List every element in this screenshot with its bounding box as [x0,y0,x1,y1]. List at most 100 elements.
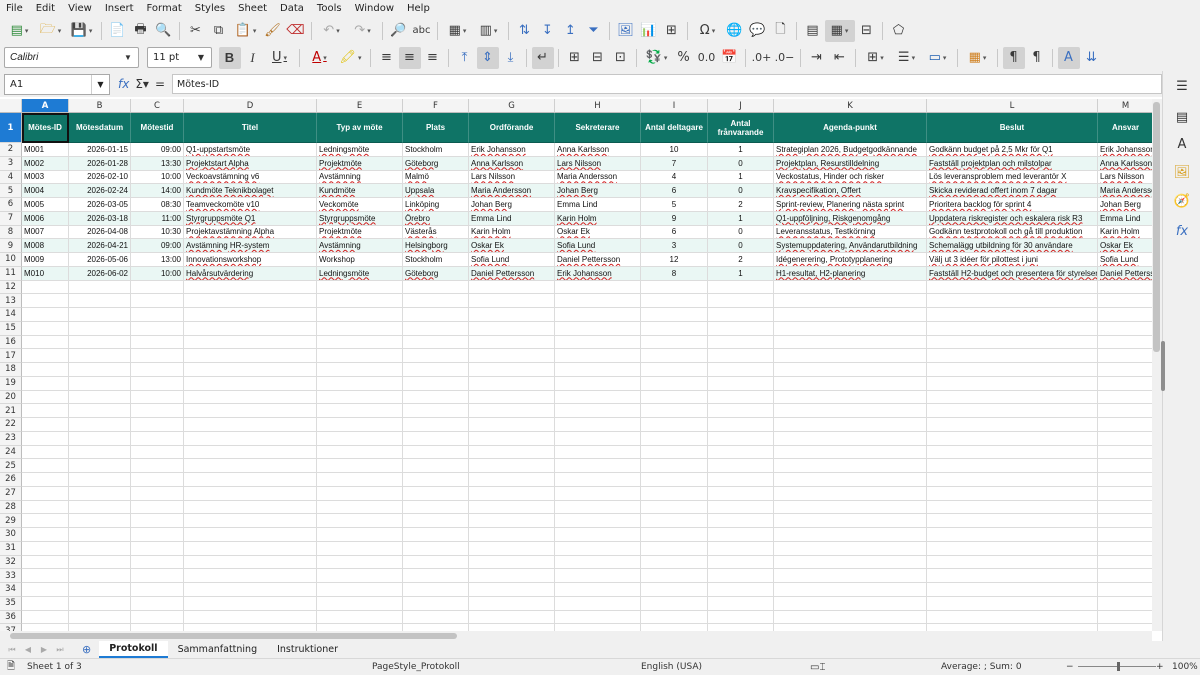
empty-cell[interactable] [708,321,774,336]
row-header[interactable]: 7 [0,211,22,226]
table-cell[interactable]: 2026-05-06 [69,253,131,267]
empty-cell[interactable] [69,500,131,515]
table-cell[interactable]: 9 [641,211,708,226]
empty-cell[interactable] [927,486,1098,501]
empty-cell[interactable] [774,500,927,515]
empty-cell[interactable] [317,376,403,391]
empty-cell[interactable] [403,294,469,308]
table-cell[interactable]: Idégenerering, Prototypplanering [774,253,927,267]
first-sheet-icon[interactable]: ⏮ [4,645,20,655]
table-cell[interactable]: Stockholm [403,143,469,157]
empty-cell[interactable] [22,363,69,377]
empty-cell[interactable] [69,308,131,322]
print-icon[interactable]: 🖶 [130,20,152,42]
empty-cell[interactable] [927,459,1098,473]
empty-cell[interactable] [774,349,927,363]
increase-indent-icon[interactable]: ⇥ [806,47,828,69]
row-header[interactable]: 9 [0,239,22,253]
table-cell[interactable]: 14:00 [131,184,184,198]
empty-cell[interactable] [131,473,184,487]
empty-cell[interactable] [22,610,69,625]
empty-cell[interactable] [1098,322,1152,336]
empty-cell[interactable] [69,486,131,501]
empty-cell[interactable] [1098,583,1152,597]
sidebar-menu-icon[interactable]: ☰ [1173,77,1191,95]
menu-file[interactable]: File [6,3,23,14]
empty-cell[interactable] [555,486,641,501]
left-to-right-icon[interactable]: ¶ [1002,46,1025,69]
empty-cell[interactable] [469,445,555,460]
empty-cell[interactable] [69,473,131,487]
table-cell[interactable]: 2026-04-08 [69,225,131,240]
save-icon[interactable]: 💾 ▾ [67,20,97,42]
empty-cell[interactable] [469,624,555,631]
empty-cell[interactable] [774,431,927,446]
menu-help[interactable]: Help [407,3,430,14]
row-header[interactable]: 11 [0,266,22,281]
empty-cell[interactable] [641,569,708,583]
empty-cell[interactable] [317,500,403,515]
table-cell[interactable]: M004 [22,184,69,198]
empty-cell[interactable] [1098,501,1152,515]
table-cell[interactable]: Lös leveransproblem med leverantör X [927,170,1098,185]
empty-cell[interactable] [22,418,69,432]
align-left-icon[interactable]: ≡ [376,47,398,69]
row-header[interactable]: 2 [0,143,22,157]
table-cell[interactable]: Sofia Lund [555,239,641,253]
row-header[interactable]: 23 [0,431,22,446]
table-cell[interactable]: 0 [708,184,774,198]
open-folder-icon[interactable]: 🗁 ▾ [36,20,66,42]
sort-ascending-icon[interactable]: ↧ [537,20,559,42]
table-cell[interactable]: Anna Karlsson [469,156,555,171]
empty-cell[interactable] [708,610,774,625]
empty-cell[interactable] [708,473,774,487]
empty-cell[interactable] [403,624,469,631]
empty-cell[interactable] [317,555,403,570]
empty-cell[interactable] [708,555,774,570]
empty-cell[interactable] [641,541,708,556]
empty-cell[interactable] [69,321,131,336]
empty-cell[interactable] [708,445,774,460]
clone-formatting-icon[interactable]: 🖌 [262,20,284,42]
empty-cell[interactable] [184,335,317,350]
undo-icon[interactable]: ↶ ▾ [317,20,347,42]
insert-chart-icon[interactable]: 📊 [638,20,660,42]
table-cell[interactable]: Oskar Ek [555,225,641,240]
empty-cell[interactable] [555,294,641,308]
row-header[interactable]: 21 [0,404,22,418]
empty-cell[interactable] [317,294,403,308]
empty-cell[interactable] [555,624,641,631]
table-cell[interactable]: M010 [22,266,69,281]
empty-cell[interactable] [403,363,469,377]
empty-cell[interactable] [22,473,69,487]
chevron-down-icon[interactable]: ▼ [191,48,211,67]
row-header[interactable]: 20 [0,390,22,405]
menu-data[interactable]: Data [280,3,304,14]
empty-cell[interactable] [69,335,131,350]
align-right-icon[interactable]: ≡ [422,47,444,69]
row-header[interactable]: 33 [0,569,22,583]
empty-cell[interactable] [22,294,69,308]
table-cell[interactable]: 6 [641,225,708,240]
empty-cell[interactable] [317,335,403,350]
empty-cell[interactable] [1098,391,1152,405]
table-cell[interactable]: Erik Johansson [555,266,641,281]
empty-cell[interactable] [927,514,1098,528]
empty-cell[interactable] [403,569,469,583]
empty-cell[interactable] [927,363,1098,377]
empty-cell[interactable] [555,583,641,597]
empty-cell[interactable] [131,404,184,418]
empty-cell[interactable] [555,445,641,460]
table-cell[interactable]: 2026-06-02 [69,266,131,281]
empty-cell[interactable] [927,583,1098,597]
empty-cell[interactable] [774,459,927,473]
empty-cell[interactable] [1098,308,1152,322]
insert-image-icon[interactable]: 🖼 [615,20,637,42]
empty-cell[interactable] [469,349,555,363]
empty-cell[interactable] [131,335,184,350]
table-cell[interactable]: Johan Berg [555,184,641,198]
empty-cell[interactable] [184,294,317,308]
table-cell[interactable]: 2026-02-10 [69,170,131,185]
empty-cell[interactable] [469,404,555,418]
table-cell[interactable]: Örebro [403,211,469,226]
